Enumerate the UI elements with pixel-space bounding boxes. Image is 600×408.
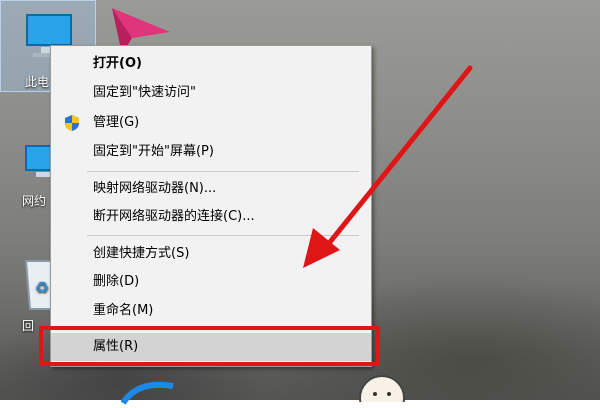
red-arrow-annotation	[303, 65, 473, 268]
